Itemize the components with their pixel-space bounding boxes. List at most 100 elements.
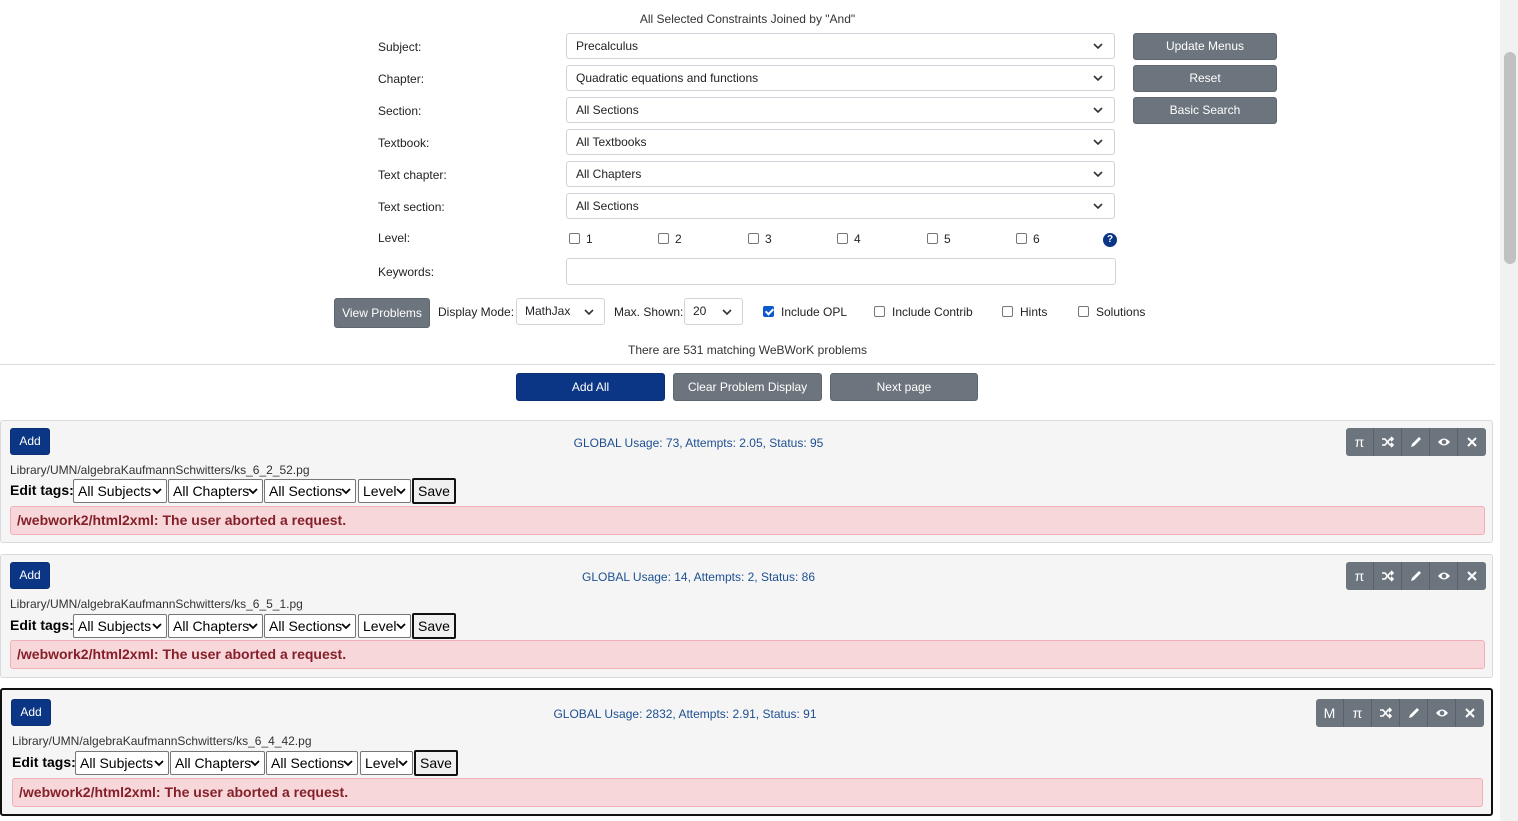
shuffle-icon[interactable] [1372,699,1400,727]
pencil-icon[interactable] [1402,562,1430,590]
textbook-select[interactable]: All Textbooks [566,129,1115,155]
level-4-checkbox[interactable]: 4 [837,232,861,246]
keywords-label: Keywords: [378,265,435,279]
eye-glyph [1437,572,1450,580]
pencil-glyph [1408,708,1419,718]
checkbox-box[interactable] [763,306,774,317]
edit-tags-row: Edit tags: All Subjects All Chapters All… [10,478,460,504]
level-4-text: 4 [854,232,861,246]
pi-icon[interactable]: π [1346,428,1374,456]
tag-subject-value: All Subjects [78,483,152,499]
chevron-down-icon [722,309,732,316]
chevron-down-icon [343,760,353,767]
checkbox-box[interactable] [1016,233,1027,244]
chevron-down-icon [396,488,406,495]
level-6-text: 6 [1033,232,1040,246]
level-6-checkbox[interactable]: 6 [1016,232,1040,246]
eye-icon[interactable] [1430,428,1458,456]
reset-button[interactable]: Reset [1133,65,1277,92]
next-page-button[interactable]: Next page [830,373,978,401]
text-section-select[interactable]: All Sections [566,193,1115,219]
checkbox-box[interactable] [1002,306,1013,317]
include-opl-text: Include OPL [781,305,848,319]
level-5-text: 5 [944,232,951,246]
checkbox-box[interactable] [837,233,848,244]
checkbox-box[interactable] [748,233,759,244]
tag-chapter-select[interactable]: All Chapters [168,614,263,638]
save-tags-button[interactable]: Save [414,750,458,776]
level-1-checkbox[interactable]: 1 [569,232,593,246]
section-label: Section: [378,104,422,118]
shuffle-icon[interactable] [1374,562,1402,590]
chevron-down-icon [152,488,162,495]
eye-icon[interactable] [1430,562,1458,590]
save-tags-button[interactable]: Save [412,478,456,504]
view-problems-button[interactable]: View Problems [334,298,430,328]
level-3-checkbox[interactable]: 3 [748,232,772,246]
display-mode-select[interactable]: MathJax [516,298,605,325]
help-icon[interactable]: ? [1103,233,1117,247]
level-2-checkbox[interactable]: 2 [658,232,682,246]
text-chapter-select[interactable]: All Chapters [566,161,1115,187]
shuffle-icon[interactable] [1374,428,1402,456]
max-shown-select[interactable]: 20 [684,298,743,325]
chevron-down-icon [584,309,594,316]
close-icon[interactable] [1456,699,1484,727]
close-icon[interactable] [1458,562,1486,590]
clear-display-button[interactable]: Clear Problem Display [673,373,822,401]
checkbox-box[interactable] [569,233,580,244]
tag-subject-select[interactable]: All Subjects [75,751,169,775]
basic-search-button[interactable]: Basic Search [1133,97,1277,124]
save-tags-button[interactable]: Save [412,613,456,639]
tag-section-select[interactable]: All Sections [264,614,356,638]
tag-level-select[interactable]: Level [360,751,413,775]
checkbox-box[interactable] [927,233,938,244]
tag-section-select[interactable]: All Sections [264,479,356,503]
pi-glyph: π [1354,434,1365,450]
display-mode-value: MathJax [525,304,571,318]
solutions-checkbox[interactable]: Solutions [1078,305,1145,319]
display-mode-label: Display Mode: [438,305,515,319]
tag-section-value: All Sections [271,755,345,771]
scrollbar-thumb[interactable] [1504,52,1516,264]
m-icon[interactable]: M [1316,699,1344,727]
chapter-select[interactable]: Quadratic equations and functions [566,65,1115,91]
level-5-checkbox[interactable]: 5 [927,232,951,246]
tag-subject-value: All Subjects [78,618,152,634]
include-opl-checkbox[interactable]: Include OPL [763,305,847,319]
checkbox-box[interactable] [658,233,669,244]
tag-subject-select[interactable]: All Subjects [73,479,167,503]
tag-section-select[interactable]: All Sections [266,751,358,775]
pi-icon[interactable]: π [1346,562,1374,590]
add-all-button[interactable]: Add All [516,373,665,401]
shuffle-glyph [1381,570,1394,582]
pencil-glyph [1410,437,1421,447]
tag-level-select[interactable]: Level [358,479,411,503]
tag-chapter-select[interactable]: All Chapters [168,479,263,503]
checkbox-box[interactable] [874,306,885,317]
update-menus-button[interactable]: Update Menus [1133,33,1277,60]
pi-icon[interactable]: π [1344,699,1372,727]
chevron-down-icon [1093,75,1103,82]
close-icon[interactable] [1458,428,1486,456]
hints-checkbox[interactable]: Hints [1002,305,1047,319]
tag-chapter-select[interactable]: All Chapters [170,751,265,775]
chevron-down-icon [1093,203,1103,210]
subject-select[interactable]: Precalculus [566,33,1115,59]
section-select[interactable]: All Sections [566,97,1115,123]
checkbox-box[interactable] [1078,306,1089,317]
keywords-input[interactable] [566,258,1116,285]
pencil-icon[interactable] [1402,428,1430,456]
max-shown-value: 20 [693,304,707,318]
error-alert: /webwork2/html2xml: The user aborted a r… [10,640,1485,669]
chapter-value: Quadratic equations and functions [576,71,759,85]
problem-card-selected: Add GLOBAL Usage: 2832, Attempts: 2.91, … [0,688,1493,816]
chevron-down-icon [154,760,164,767]
include-contrib-checkbox[interactable]: Include Contrib [874,305,973,319]
eye-icon[interactable] [1428,699,1456,727]
tag-subject-select[interactable]: All Subjects [73,614,167,638]
include-contrib-text: Include Contrib [892,305,973,319]
tag-level-select[interactable]: Level [358,614,411,638]
tag-section-value: All Sections [269,618,343,634]
pencil-icon[interactable] [1400,699,1428,727]
